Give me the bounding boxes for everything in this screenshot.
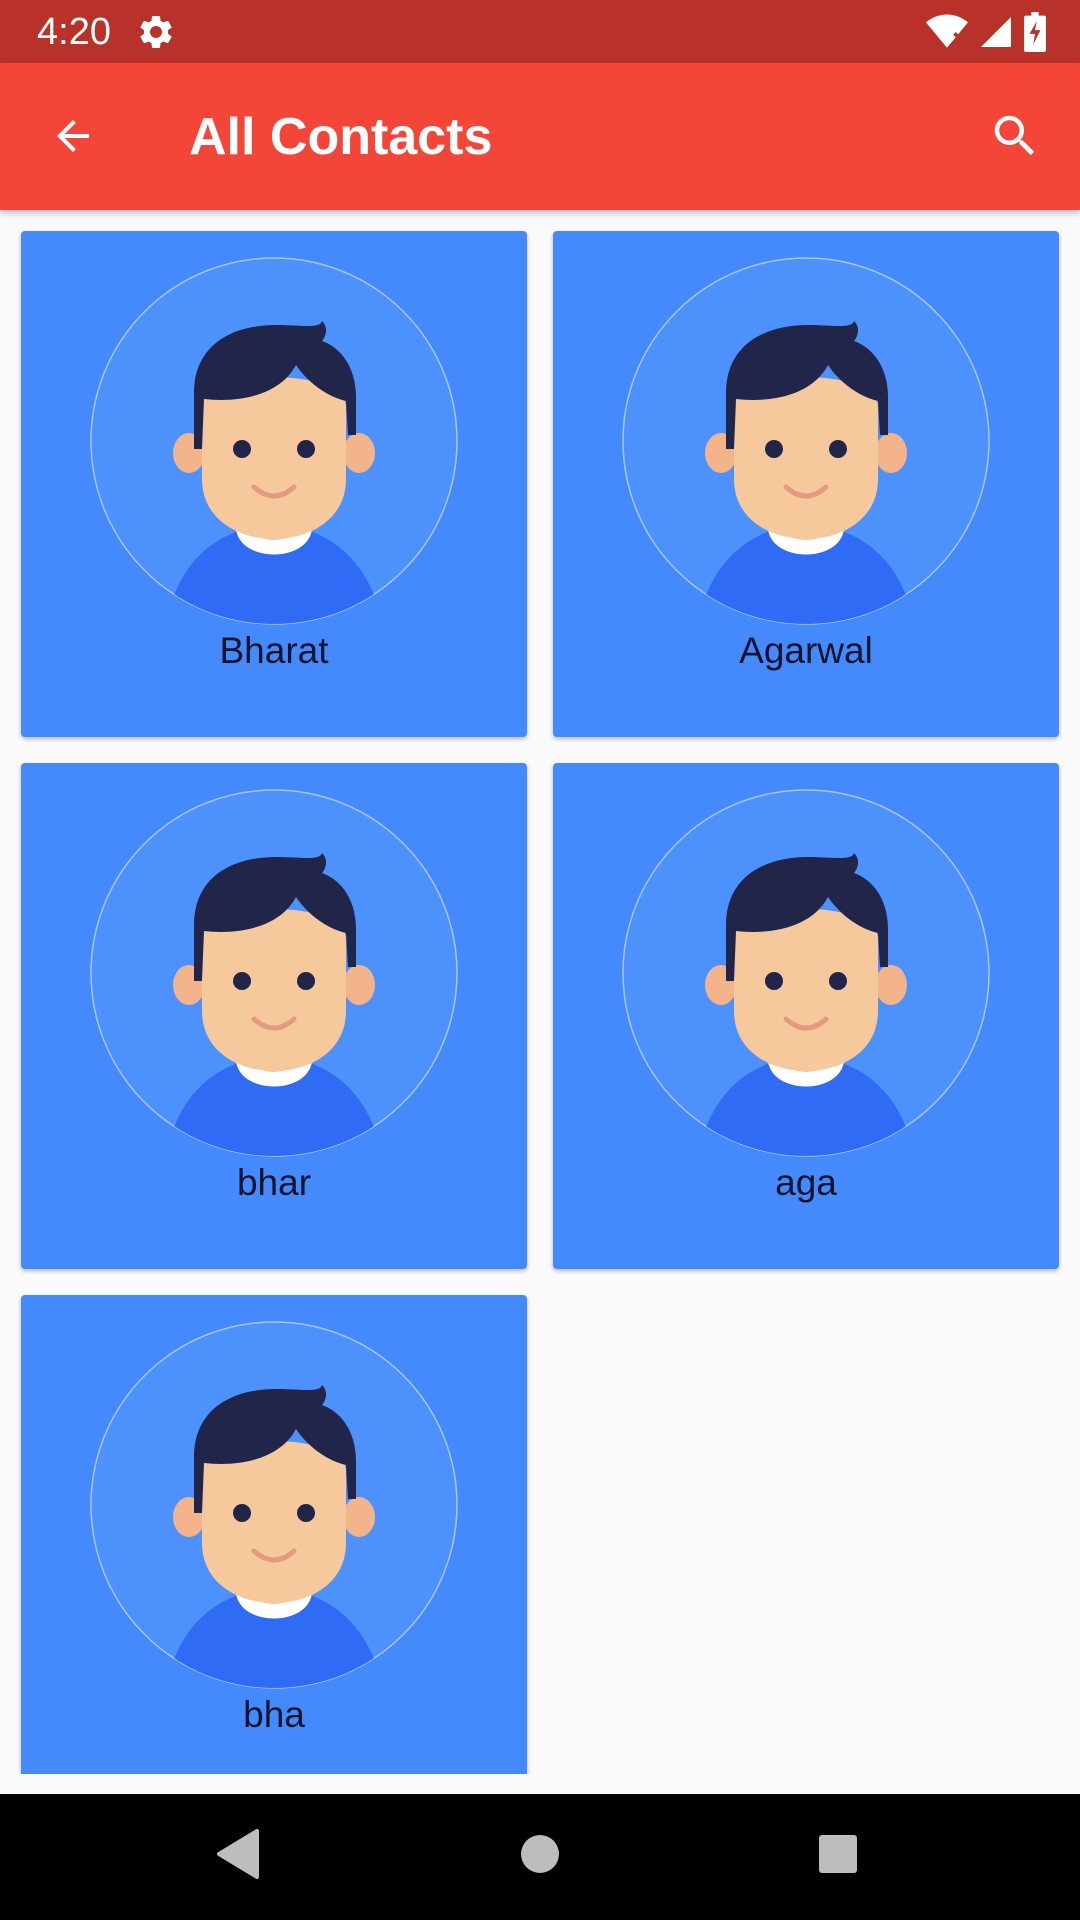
contact-name: bhar (236, 1162, 312, 1203)
avatar (90, 789, 458, 1157)
contacts-grid: Bharat Agarwal bhar aga bha (0, 210, 1080, 1774)
contact-card[interactable]: bhar (21, 763, 527, 1269)
search-icon (988, 109, 1042, 168)
status-bar: 4:20 (0, 0, 1080, 63)
back-button[interactable] (40, 108, 106, 168)
contact-name: bha (243, 1694, 305, 1735)
navigation-bar (0, 1794, 1080, 1920)
wifi-icon (926, 14, 968, 50)
contact-name: Bharat (219, 630, 329, 671)
contact-name: Agarwal (739, 630, 873, 671)
app-bar: All Contacts (0, 63, 1080, 210)
battery-icon (1024, 12, 1046, 52)
back-triangle-icon (215, 1828, 261, 1884)
status-icons (926, 12, 1046, 52)
contact-card[interactable]: aga (553, 763, 1059, 1269)
arrow-back-icon (49, 112, 97, 165)
settings-icon (136, 12, 176, 52)
contact-card[interactable]: Agarwal (553, 231, 1059, 737)
contact-card[interactable]: Bharat (21, 231, 527, 737)
page-title: All Contacts (189, 108, 493, 166)
signal-icon (978, 14, 1014, 50)
avatar (90, 257, 458, 625)
contact-card[interactable]: bha (21, 1295, 527, 1774)
recents-square-icon (818, 1834, 858, 1879)
search-button[interactable] (980, 103, 1050, 173)
avatar (90, 1321, 458, 1689)
status-time: 4:20 (37, 11, 111, 53)
avatar (622, 789, 990, 1157)
nav-back-button[interactable] (198, 1816, 278, 1896)
nav-recents-button[interactable] (798, 1816, 878, 1896)
home-circle-icon (520, 1834, 560, 1879)
avatar (622, 257, 990, 625)
contact-name: aga (775, 1162, 837, 1203)
nav-home-button[interactable] (500, 1816, 580, 1896)
